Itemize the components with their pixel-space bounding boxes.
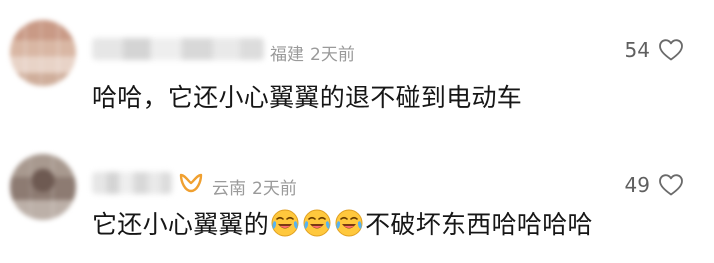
comment-meta: 云南 2天前 bbox=[212, 174, 297, 199]
like-count: 54 bbox=[624, 38, 650, 62]
laughing-crying-emoji-icon bbox=[335, 209, 363, 237]
time-label: 2天前 bbox=[310, 45, 355, 65]
location-label: 云南 bbox=[212, 179, 246, 199]
heart-outline-icon[interactable] bbox=[658, 173, 684, 197]
comment-text: 它还小心翼翼的 不破坏东西哈哈哈哈 bbox=[92, 205, 593, 241]
heart-outline-icon[interactable] bbox=[658, 38, 684, 62]
avatar[interactable] bbox=[10, 154, 76, 220]
location-label: 福建 bbox=[270, 45, 304, 65]
orange-badge-icon bbox=[179, 173, 203, 193]
comment-meta: 福建 2天前 bbox=[270, 40, 355, 65]
comment-text-before: 它还小心翼翼的 bbox=[92, 210, 270, 239]
comment-text-after: 不破坏东西哈哈哈哈 bbox=[365, 210, 593, 239]
time-label: 2天前 bbox=[252, 179, 297, 199]
avatar[interactable] bbox=[10, 20, 76, 86]
comment-item: 福建 2天前 54 哈哈，它还小心翼翼的退不碰到电动车 bbox=[0, 0, 714, 140]
like-button[interactable]: 54 bbox=[625, 38, 684, 62]
laughing-crying-emoji-icon bbox=[303, 209, 331, 237]
like-button[interactable]: 49 bbox=[625, 173, 684, 197]
like-count: 49 bbox=[624, 173, 650, 197]
comment-item: 云南 2天前 49 它还小心翼翼的 不破坏东西哈哈哈哈 bbox=[0, 140, 714, 263]
username-blurred[interactable] bbox=[92, 172, 172, 194]
laughing-crying-emoji-icon bbox=[271, 209, 299, 237]
comment-text: 哈哈，它还小心翼翼的退不碰到电动车 bbox=[92, 83, 523, 112]
username-blurred[interactable] bbox=[92, 38, 264, 60]
